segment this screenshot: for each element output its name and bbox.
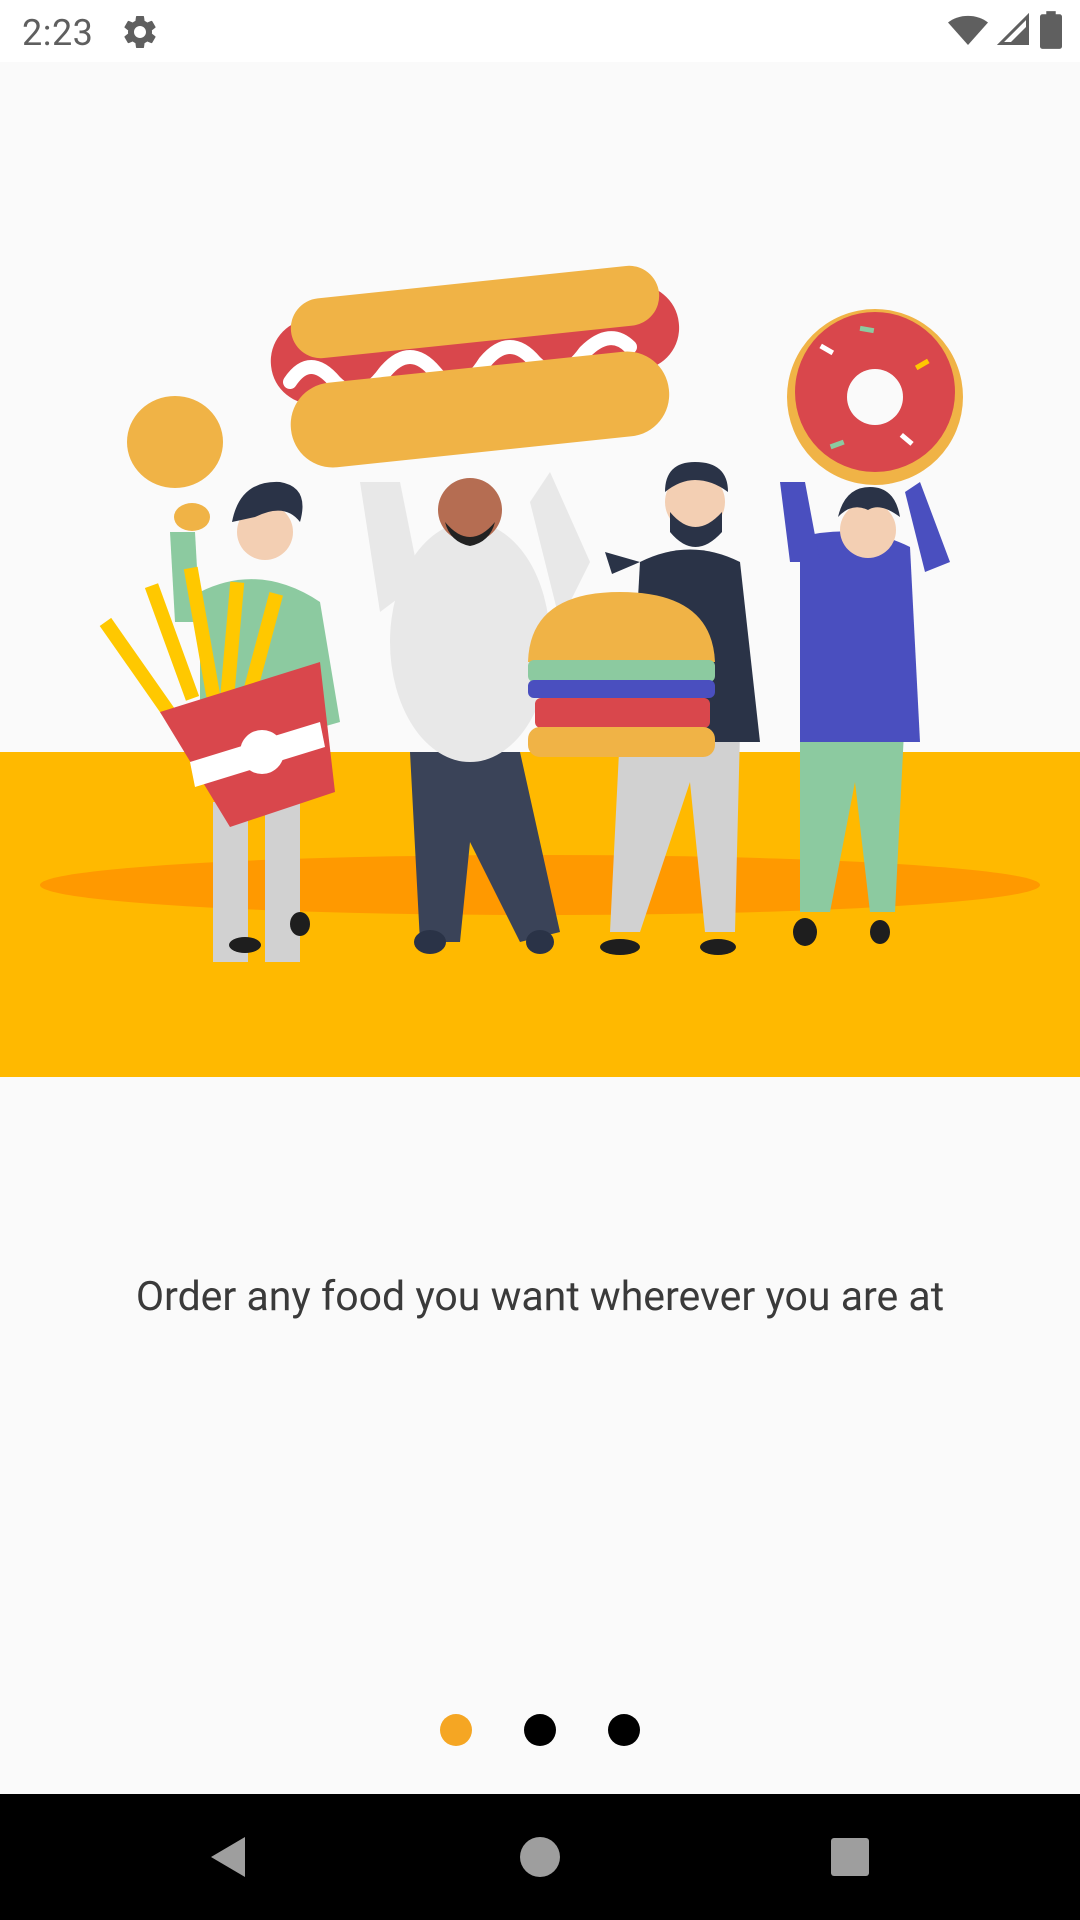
onboarding-caption: Order any food you want wherever you are… <box>135 1273 945 1321</box>
recents-icon[interactable] <box>825 1832 875 1882</box>
status-time: 2:23 <box>22 12 94 54</box>
page-dot-2[interactable] <box>524 1714 556 1746</box>
battery-icon <box>1040 11 1062 53</box>
page-indicator <box>0 1714 1080 1746</box>
burger <box>528 592 715 757</box>
wifi-icon <box>948 10 988 54</box>
back-icon[interactable] <box>205 1832 255 1882</box>
cell-signal-icon <box>996 12 1032 52</box>
people-holding-food-illustration <box>0 62 1080 1077</box>
status-icons <box>948 10 1062 54</box>
status-bar: 2:23 <box>0 0 1080 62</box>
hotdog <box>270 265 680 468</box>
page-dot-3[interactable] <box>608 1714 640 1746</box>
donut <box>787 309 963 485</box>
home-icon[interactable] <box>515 1832 565 1882</box>
system-navigation-bar <box>0 1794 1080 1920</box>
settings-gear-icon <box>120 12 160 52</box>
page-dot-1-active[interactable] <box>440 1714 472 1746</box>
